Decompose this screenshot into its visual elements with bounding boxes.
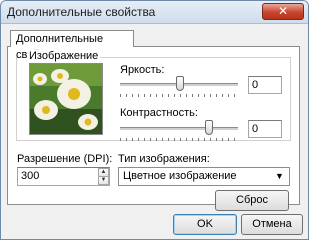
tab-advanced-properties[interactable]: Дополнительные свойства — [10, 30, 134, 61]
image-group-legend: Изображение — [27, 50, 101, 62]
image-type-selected: Цветное изображение — [123, 170, 237, 182]
brightness-slider-ticks — [120, 94, 238, 97]
contrast-value: 0 — [252, 123, 259, 135]
brightness-label: Яркость: — [120, 64, 165, 76]
contrast-slider-ticks — [120, 138, 238, 141]
contrast-input[interactable]: 0 — [248, 120, 282, 138]
brightness-value: 0 — [252, 79, 259, 91]
contrast-label: Контрастность: — [120, 107, 198, 119]
resolution-input[interactable]: 300 — [17, 167, 110, 186]
dialog-window: Дополнительные свойства ✕ Дополнительные… — [0, 0, 309, 240]
brightness-input[interactable]: 0 — [248, 76, 282, 94]
image-type-select[interactable]: Цветное изображение ▼ — [118, 167, 290, 186]
brightness-slider-thumb[interactable] — [176, 76, 184, 91]
arrow-down-icon: ▼ — [100, 177, 107, 183]
preview-photo — [30, 64, 102, 134]
dropdown-arrow-icon: ▼ — [275, 171, 284, 181]
ok-button-label: OK — [197, 218, 213, 230]
resolution-value: 300 — [21, 170, 40, 182]
resolution-label: Разрешение (DPI): — [17, 153, 113, 165]
reset-button-label: Сброс — [236, 194, 268, 206]
cancel-button-label: Отмена — [252, 218, 292, 230]
resolution-spin-down-button[interactable]: ▼ — [98, 176, 109, 185]
window-title: Дополнительные свойства — [7, 5, 156, 19]
reset-button[interactable]: Сброс — [215, 190, 289, 211]
contrast-slider-track[interactable] — [120, 127, 238, 131]
image-preview — [29, 63, 103, 135]
title-bar[interactable]: Дополнительные свойства ✕ — [1, 1, 308, 24]
contrast-slider-thumb[interactable] — [205, 120, 213, 135]
arrow-up-icon: ▲ — [100, 169, 107, 175]
image-type-label: Тип изображения: — [118, 153, 210, 165]
close-button[interactable]: ✕ — [262, 3, 304, 20]
cancel-button[interactable]: Отмена — [241, 214, 303, 235]
close-icon: ✕ — [277, 4, 289, 18]
ok-button[interactable]: OK — [173, 214, 237, 235]
